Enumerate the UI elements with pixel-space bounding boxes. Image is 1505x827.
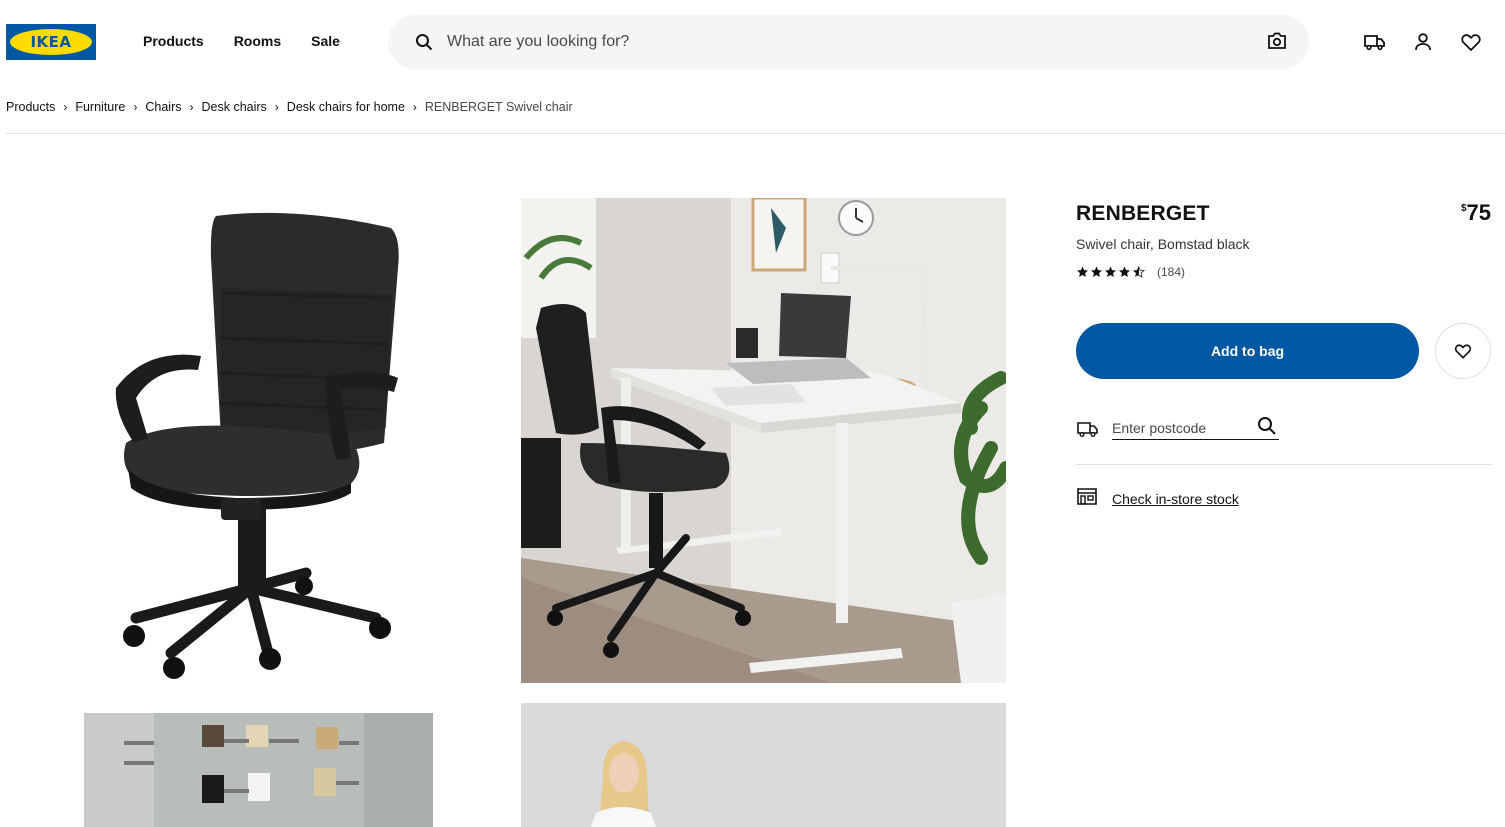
- store-icon: [1076, 486, 1098, 511]
- main-nav: Products Rooms Sale: [143, 33, 340, 49]
- breadcrumb-desk-chairs-home[interactable]: Desk chairs for home: [287, 100, 405, 114]
- add-to-bag-button[interactable]: Add to bag: [1076, 323, 1419, 379]
- postcode-field: [1112, 416, 1279, 441]
- nav-rooms[interactable]: Rooms: [234, 33, 281, 49]
- delivery-postcode: [1076, 416, 1286, 445]
- product-image-colors[interactable]: [84, 713, 433, 827]
- product-description: Swivel chair, Bomstad black: [1076, 236, 1250, 252]
- product-price: $75: [1461, 200, 1491, 226]
- heart-icon[interactable]: [1459, 30, 1483, 54]
- ikea-logo[interactable]: IKEA: [6, 24, 96, 60]
- logo-text: IKEA: [30, 33, 72, 51]
- search-input[interactable]: [447, 27, 1227, 57]
- camera-icon[interactable]: [1267, 32, 1287, 55]
- review-count: (184): [1157, 265, 1186, 279]
- chevron-right-icon: ›: [412, 100, 417, 114]
- info-divider: [1076, 464, 1491, 465]
- breadcrumb: Products › Furniture › Chairs › Desk cha…: [6, 100, 573, 114]
- search-bar: [388, 15, 1309, 69]
- product-rating[interactable]: (184): [1076, 265, 1185, 279]
- breadcrumb-products[interactable]: Products: [6, 100, 55, 114]
- chevron-right-icon: ›: [189, 100, 194, 114]
- nav-products[interactable]: Products: [143, 33, 204, 49]
- breadcrumb-current: RENBERGET Swivel chair: [424, 100, 573, 114]
- star-icon: [1091, 266, 1102, 277]
- postcode-input[interactable]: [1112, 418, 1252, 436]
- check-stock-link[interactable]: Check in-store stock: [1112, 491, 1239, 507]
- nav-sale[interactable]: Sale: [311, 33, 340, 49]
- product-image-room[interactable]: [521, 198, 1006, 683]
- price-value: 75: [1466, 200, 1491, 225]
- user-icon[interactable]: [1411, 30, 1435, 54]
- header-actions: [1363, 30, 1483, 54]
- product-title: RENBERGET: [1076, 202, 1210, 225]
- product-image-main[interactable]: [6, 198, 491, 683]
- truck-icon[interactable]: [1363, 30, 1387, 54]
- star-icon: [1105, 266, 1116, 277]
- store-stock: Check in-store stock: [1076, 486, 1239, 511]
- breadcrumb-chairs[interactable]: Chairs: [145, 100, 181, 114]
- heart-icon: [1454, 344, 1472, 359]
- chevron-right-icon: ›: [133, 100, 138, 114]
- rating-stars: [1076, 266, 1145, 278]
- chevron-right-icon: ›: [274, 100, 279, 114]
- star-icon: [1077, 266, 1088, 277]
- product-image-video[interactable]: [521, 703, 1006, 827]
- breadcrumb-desk-chairs[interactable]: Desk chairs: [202, 100, 267, 114]
- favourite-button[interactable]: [1435, 323, 1491, 379]
- header-divider: [6, 133, 1505, 134]
- search-icon[interactable]: [1257, 416, 1277, 441]
- star-icon: [1119, 266, 1130, 277]
- star-half-icon: [1133, 266, 1145, 278]
- logo-oval: IKEA: [10, 29, 92, 55]
- chevron-right-icon: ›: [63, 100, 68, 114]
- search-icon[interactable]: [415, 33, 433, 56]
- breadcrumb-furniture[interactable]: Furniture: [75, 100, 125, 114]
- truck-icon: [1076, 420, 1100, 445]
- price-currency: $: [1460, 203, 1467, 214]
